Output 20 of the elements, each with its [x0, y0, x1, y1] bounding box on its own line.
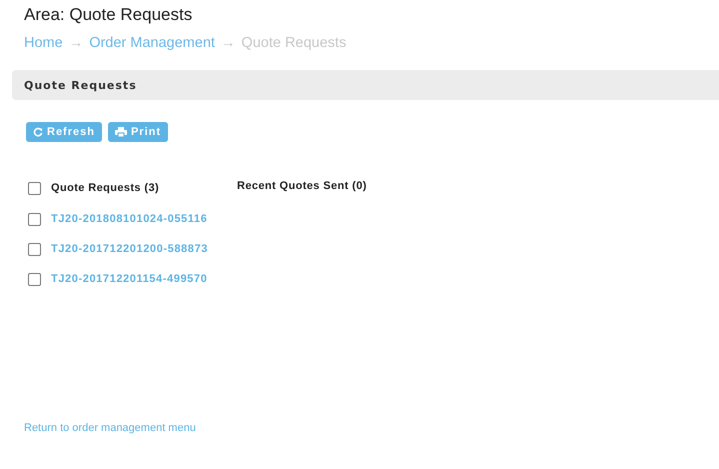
refresh-icon: [33, 127, 43, 137]
breadcrumb-separator: →: [220, 35, 236, 51]
panel-header: Quote Requests: [12, 70, 719, 100]
breadcrumb-link[interactable]: Home: [24, 35, 63, 51]
list-header: Recent Quotes Sent (0): [237, 180, 367, 192]
quote-link[interactable]: TJ20-201712201200-588873: [51, 243, 208, 255]
list-header: Quote Requests (3): [51, 182, 160, 194]
quote-link[interactable]: TJ20-201808101024-055116: [51, 213, 208, 225]
quote-link[interactable]: TJ20-201712201154-499570: [51, 273, 208, 285]
printer-icon: [114, 127, 127, 137]
print-button[interactable]: Print: [108, 122, 168, 142]
return-link[interactable]: Return to order management menu: [24, 422, 196, 434]
checkbox[interactable]: [28, 272, 41, 286]
checkbox[interactable]: [28, 182, 41, 194]
checkbox[interactable]: [28, 242, 41, 256]
page-title: Area: Quote Requests: [24, 5, 194, 25]
breadcrumb-separator: →: [68, 35, 84, 51]
refresh-button[interactable]: Refresh: [26, 122, 102, 142]
breadcrumb-link[interactable]: Order Management: [89, 35, 215, 51]
checkbox[interactable]: [28, 212, 41, 226]
